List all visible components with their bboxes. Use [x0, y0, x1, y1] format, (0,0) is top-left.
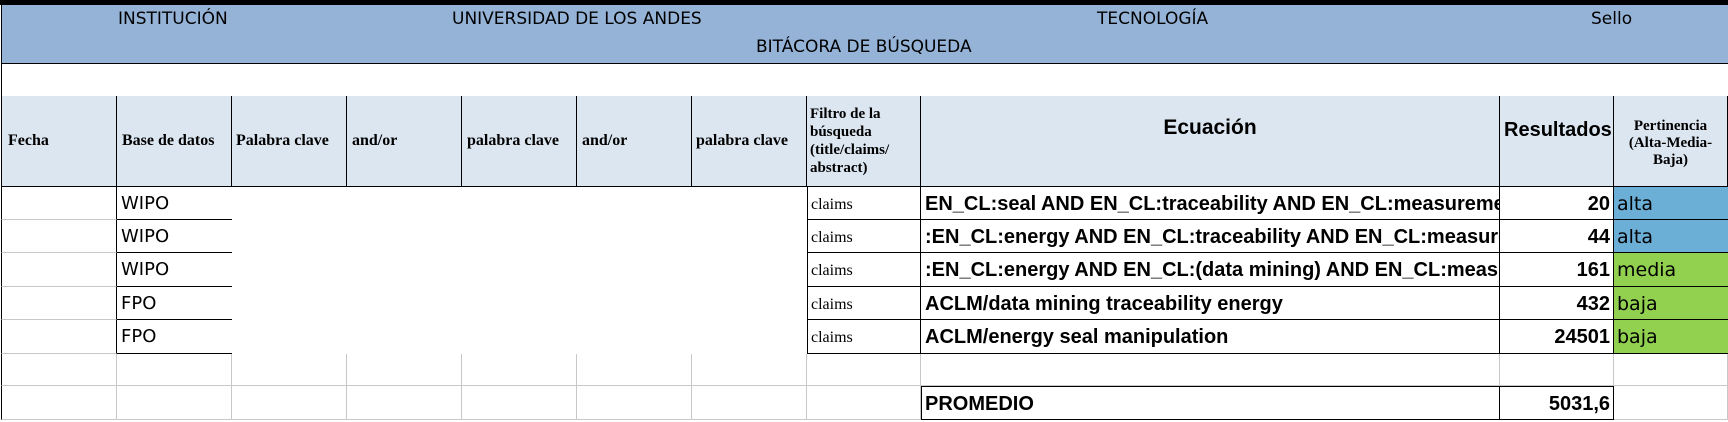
col-header-palabra-clave-2: palabra clave — [462, 96, 577, 187]
table-cell-ecuacion[interactable]: :EN_CL:energy AND EN_CL:traceability AND… — [921, 220, 1500, 253]
col-header-and-or-2: and/or — [577, 96, 692, 187]
col-header-filtro: Filtro de la búsqueda (title/claims/ abs… — [807, 96, 921, 187]
table-cell-resultados[interactable]: 24501 — [1500, 320, 1614, 354]
document-header: INSTITUCIÓN UNIVERSIDAD DE LOS ANDES TEC… — [1, 5, 1728, 64]
table-cell-ecuacion[interactable]: EN_CL:seal AND EN_CL:traceability AND EN… — [921, 187, 1500, 220]
institucion-label: INSTITUCIÓN — [118, 9, 228, 29]
empty-cell[interactable] — [692, 354, 807, 386]
empty-cell[interactable] — [1, 354, 117, 386]
col-header-resultados: Resultados — [1500, 96, 1614, 187]
pertinencia-badge-alta[interactable]: alta — [1614, 187, 1728, 220]
empty-cell[interactable] — [807, 386, 921, 420]
col-header-base-datos: Base de datos — [117, 96, 232, 187]
empty-cell[interactable] — [1, 386, 117, 420]
blank-row — [1, 64, 1728, 97]
empty-cell[interactable] — [117, 386, 232, 420]
empty-cell[interactable] — [347, 354, 462, 386]
technology-label: TECNOLOGÍA — [1097, 9, 1209, 29]
table-cell-base[interactable]: FPO — [117, 320, 232, 354]
table-cell-resultados[interactable]: 161 — [1500, 253, 1614, 287]
table-cell-base[interactable]: FPO — [117, 287, 232, 320]
col-header-and-or-1: and/or — [347, 96, 462, 187]
empty-cell[interactable] — [1614, 386, 1728, 420]
table-cell-filtro[interactable]: claims — [807, 320, 921, 354]
promedio-value: 5031,6 — [1500, 386, 1614, 420]
table-cell-resultados[interactable]: 432 — [1500, 287, 1614, 320]
pertinencia-badge-media[interactable]: media — [1614, 253, 1728, 287]
empty-cell[interactable] — [117, 354, 232, 386]
table-cell-ecuacion[interactable]: :EN_CL:energy AND EN_CL:(data mining) AN… — [921, 253, 1500, 287]
table-cell-fecha[interactable] — [1, 253, 117, 287]
table-cell-fecha[interactable] — [1, 287, 117, 320]
promedio-label: PROMEDIO — [921, 386, 1500, 420]
pertinencia-badge-baja[interactable]: baja — [1614, 287, 1728, 320]
empty-cell[interactable] — [577, 386, 692, 420]
empty-cell[interactable] — [921, 354, 1500, 386]
col-header-palabra-clave-1: Palabra clave — [232, 96, 347, 187]
pertinencia-badge-alta[interactable]: alta — [1614, 220, 1728, 253]
col-header-pertinencia: Pertinencia (Alta-Media-Baja) — [1614, 96, 1728, 187]
table-cell-fecha[interactable] — [1, 220, 117, 253]
pertinencia-badge-baja[interactable]: baja — [1614, 320, 1728, 354]
empty-cell[interactable] — [807, 354, 921, 386]
empty-cell[interactable] — [232, 354, 347, 386]
table-cell-resultados[interactable]: 44 — [1500, 220, 1614, 253]
col-header-fecha: Fecha — [1, 96, 117, 187]
table-cell-fecha[interactable] — [1, 320, 117, 354]
table-cell-filtro[interactable]: claims — [807, 220, 921, 253]
empty-cell[interactable] — [1500, 354, 1614, 386]
table-cell-base[interactable]: WIPO — [117, 220, 232, 253]
table-cell-filtro[interactable]: claims — [807, 253, 921, 287]
table-cell-resultados[interactable]: 20 — [1500, 187, 1614, 220]
table-cell-filtro[interactable]: claims — [807, 187, 921, 220]
table-cell-fecha[interactable] — [1, 187, 117, 220]
table-cell-base[interactable]: WIPO — [117, 253, 232, 287]
empty-cell[interactable] — [577, 354, 692, 386]
university-name: UNIVERSIDAD DE LOS ANDES — [452, 9, 702, 29]
empty-cell[interactable] — [232, 386, 347, 420]
empty-cell[interactable] — [462, 354, 577, 386]
table-cell-base[interactable]: WIPO — [117, 187, 232, 220]
col-header-ecuacion: Ecuación — [921, 96, 1500, 187]
table-cell-filtro[interactable]: claims — [807, 287, 921, 320]
table-cell-ecuacion[interactable]: ACLM/data mining traceability energy — [921, 287, 1500, 320]
empty-cell[interactable] — [462, 386, 577, 420]
col-header-palabra-clave-3: palabra clave — [692, 96, 807, 187]
table-cell-ecuacion[interactable]: ACLM/energy seal manipulation — [921, 320, 1500, 354]
empty-cell[interactable] — [692, 386, 807, 420]
empty-cell[interactable] — [1614, 354, 1728, 386]
empty-cell[interactable] — [347, 386, 462, 420]
log-title: BITÁCORA DE BÚSQUEDA — [756, 37, 972, 57]
technology-name: Sello — [1591, 9, 1633, 29]
